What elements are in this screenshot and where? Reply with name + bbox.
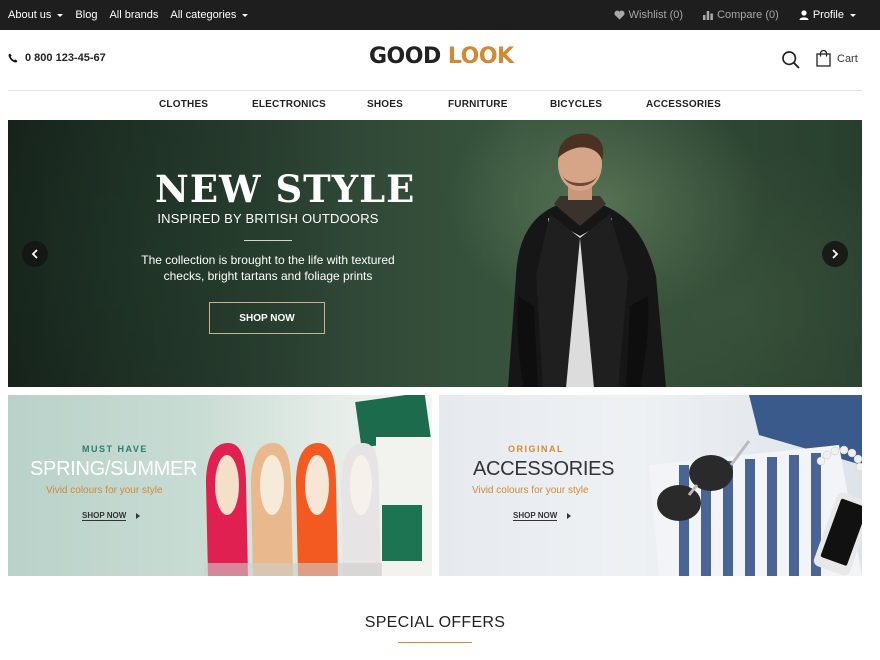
promo-banner-spring-summer[interactable]: MUST HAVE SPRING/SUMMER Vivid colours fo… <box>8 395 432 576</box>
nav-item-bicycles[interactable]: BICYCLES <box>550 99 602 110</box>
brands-label: All brands <box>109 9 159 21</box>
compare-link[interactable]: Compare (0) <box>703 9 779 21</box>
promo-kicker: MUST HAVE <box>82 444 148 454</box>
promo-tagline: Vivid colours for your style <box>46 485 163 496</box>
nav-item-shoes[interactable]: SHOES <box>367 99 403 110</box>
about-menu[interactable]: About us <box>8 9 64 21</box>
shopping-bag-icon <box>816 50 831 67</box>
about-label: About us <box>8 9 52 21</box>
hero-shop-now-button[interactable]: SHOP NOW <box>209 302 325 334</box>
shoes-image <box>204 395 432 576</box>
cart-label: Cart <box>837 52 858 65</box>
site-header: 0 800 123-45-67 GOOD LOOK Cart <box>0 30 880 90</box>
wishlist-label: Wishlist (0) <box>628 9 684 21</box>
profile-label: Profile <box>812 9 844 21</box>
hero-slider: NEW STYLE INSPIRED BY BRITISH OUTDOORS T… <box>8 120 862 387</box>
chevron-down-icon <box>850 13 856 17</box>
slider-next-button[interactable] <box>822 241 848 267</box>
nav-item-clothes[interactable]: CLOTHES <box>159 99 208 110</box>
promo-tagline: Vivid colours for your style <box>472 485 589 496</box>
heart-icon <box>614 10 625 20</box>
chevron-down-icon <box>242 13 249 17</box>
nav-item-furniture[interactable]: FURNITURE <box>448 99 508 110</box>
chevron-right-icon <box>832 249 839 259</box>
accessories-image <box>649 395 862 576</box>
nav-item-electronics[interactable]: ELECTRONICS <box>252 99 326 110</box>
hero-description: The collection is brought to the life wi… <box>141 253 395 283</box>
special-offers-heading: SPECIAL OFFERS <box>364 614 506 631</box>
promo-kicker: ORIGINAL <box>508 444 564 454</box>
compare-label: Compare (0) <box>717 9 779 21</box>
promo-title: ACCESSORIES <box>473 458 615 480</box>
chevron-down-icon <box>57 13 64 17</box>
hero-model-image <box>508 133 666 387</box>
user-icon <box>799 10 809 20</box>
hero-title: NEW STYLE <box>155 167 416 211</box>
slider-prev-button[interactable] <box>22 241 48 267</box>
phone-contact[interactable]: 0 800 123-45-67 <box>8 52 106 64</box>
cart-button[interactable]: Cart <box>816 50 858 67</box>
categories-label: All categories <box>170 9 237 21</box>
promo-shop-now-link[interactable]: SHOP NOW <box>82 511 141 521</box>
section-underline <box>398 642 472 643</box>
phone-number: 0 800 123-45-67 <box>25 52 106 64</box>
phone-icon <box>8 53 18 63</box>
promo-shop-now-link[interactable]: SHOP NOW <box>513 511 572 521</box>
blog-link[interactable]: Blog <box>75 9 97 21</box>
hero-subtitle: INSPIRED BY BRITISH OUTDOORS <box>157 211 379 226</box>
chevron-left-icon <box>31 249 38 259</box>
category-nav: CLOTHES ELECTRONICS SHOES FURNITURE BICY… <box>8 90 862 119</box>
logo-word-look: LOOK <box>447 44 514 69</box>
arrow-right-icon <box>567 513 572 519</box>
nav-item-accessories[interactable]: ACCESSORIES <box>646 99 721 110</box>
blog-label: Blog <box>75 9 98 21</box>
site-logo[interactable]: GOOD LOOK <box>369 44 514 69</box>
promo-link-label: SHOP NOW <box>82 511 127 521</box>
wishlist-link[interactable]: Wishlist (0) <box>614 9 683 21</box>
promo-banner-accessories[interactable]: ORIGINAL ACCESSORIES Vivid colours for y… <box>439 395 862 576</box>
promo-link-label: SHOP NOW <box>513 511 558 521</box>
promo-title: SPRING/SUMMER <box>30 458 198 480</box>
compare-icon <box>703 10 713 20</box>
arrow-right-icon <box>136 513 141 519</box>
search-button[interactable] <box>781 50 801 70</box>
logo-word-good: GOOD <box>369 44 441 69</box>
categories-menu[interactable]: All categories <box>170 9 249 21</box>
brands-link[interactable]: All brands <box>109 9 158 21</box>
hero-divider <box>244 240 292 241</box>
search-icon <box>782 51 800 69</box>
top-bar: About us Blog All brands All categories … <box>0 0 880 30</box>
profile-menu[interactable]: Profile <box>799 9 856 21</box>
